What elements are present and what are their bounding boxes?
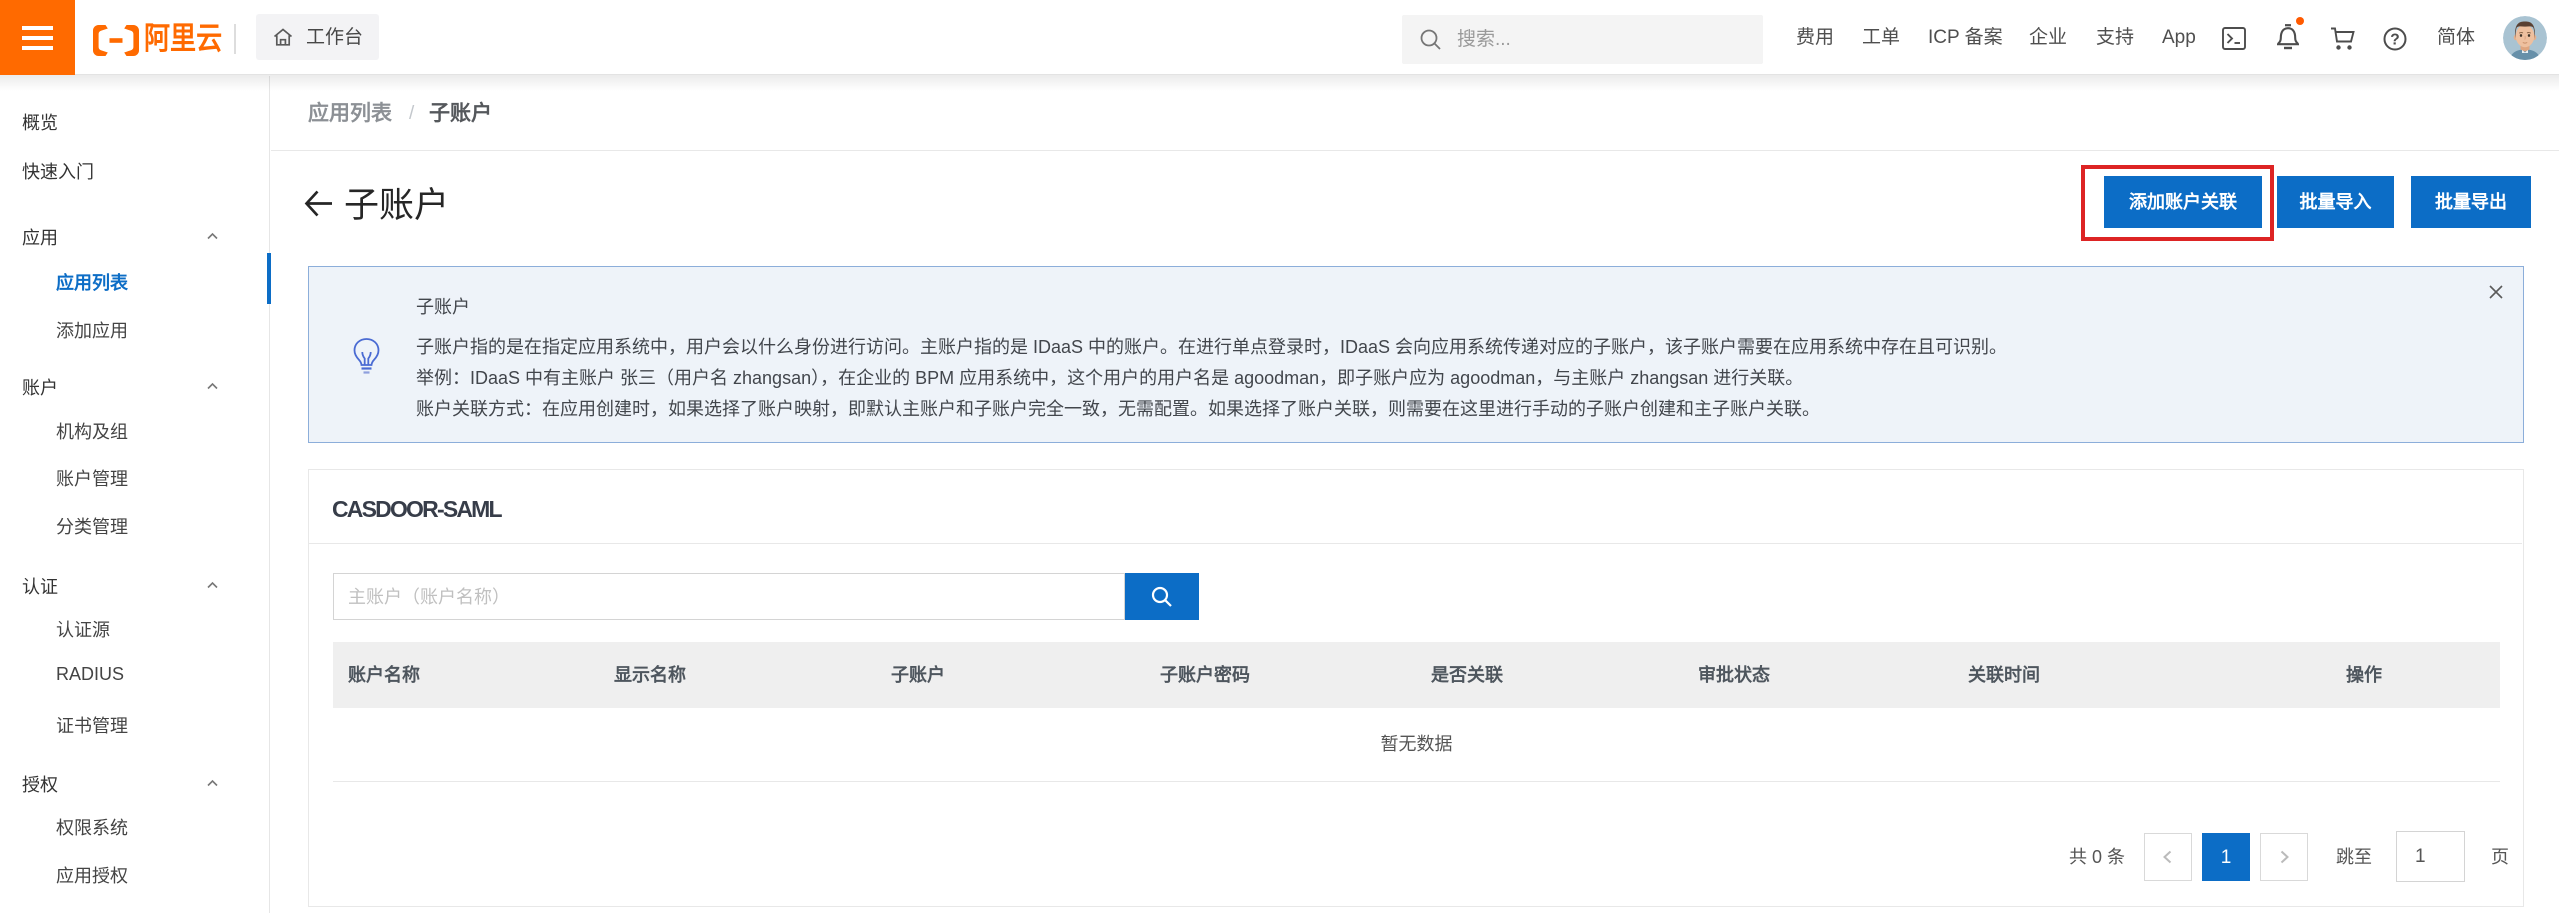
svg-text:?: ? [2390, 32, 2399, 49]
